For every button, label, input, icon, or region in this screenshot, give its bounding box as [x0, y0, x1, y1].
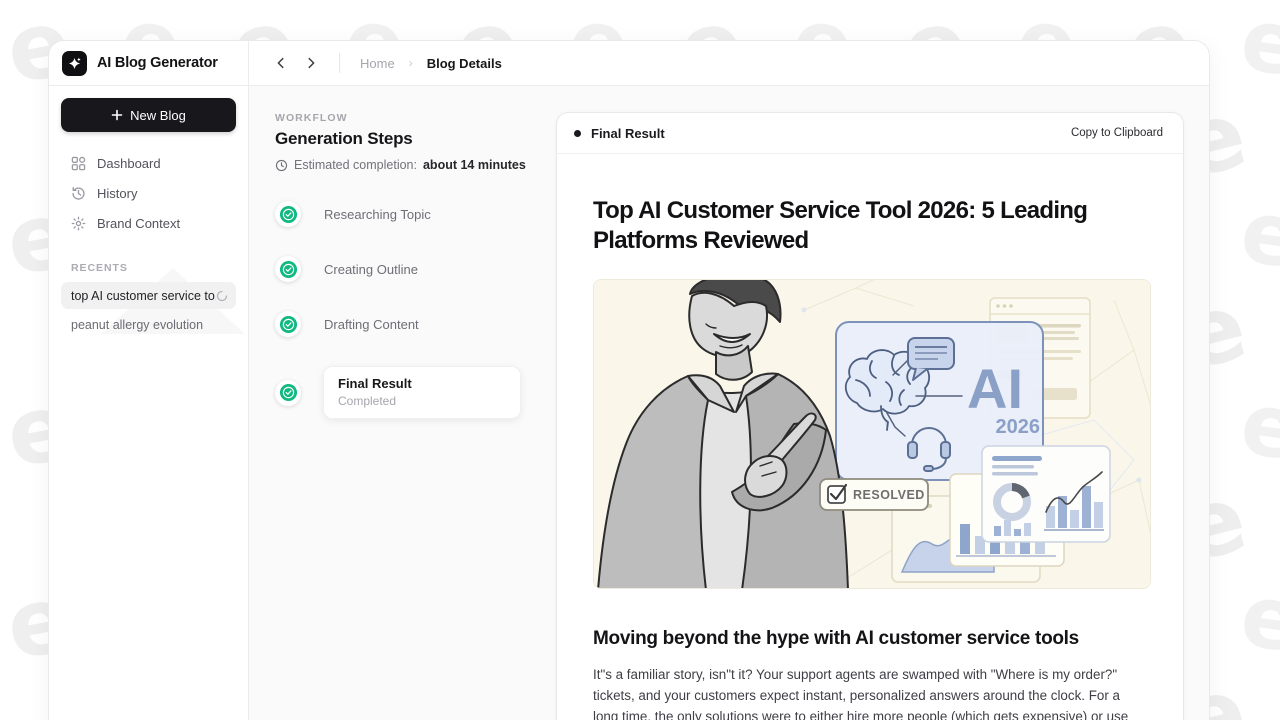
- window-header: AI Blog Generator Home › Blog Details: [49, 41, 1209, 86]
- check-circle-icon: [279, 205, 298, 224]
- resolved-label: RESOLVED: [853, 488, 925, 502]
- app-window: AI Blog Generator Home › Blog Details Ne…: [48, 40, 1210, 720]
- recent-item-label: peanut allergy evolution: [71, 318, 228, 332]
- recent-item-label: top AI customer service to...: [71, 289, 216, 303]
- sidebar-item-history[interactable]: History: [61, 178, 236, 208]
- recent-item-active[interactable]: top AI customer service to...: [61, 282, 236, 309]
- chevron-left-icon: [274, 56, 288, 70]
- topbar-divider: [339, 53, 340, 73]
- sparkle-icon: [67, 56, 82, 71]
- article-title: Top AI Customer Service Tool 2026: 5 Lea…: [593, 196, 1147, 256]
- back-button[interactable]: [269, 51, 293, 75]
- workflow-panel: WORKFLOW Generation Steps Estimated comp…: [249, 86, 556, 720]
- resolved-badge: RESOLVED: [820, 479, 928, 510]
- sidebar: New Blog Dashboard: [49, 86, 249, 720]
- history-clock-icon: [71, 186, 86, 201]
- ai-label: AI: [967, 357, 1023, 420]
- sidebar-item-brand-context[interactable]: Brand Context: [61, 208, 236, 238]
- step-label: Creating Outline: [324, 262, 418, 277]
- status-dot-icon: [574, 130, 581, 137]
- workflow-eyebrow: WORKFLOW: [275, 112, 556, 124]
- result-header-title: Final Result: [591, 126, 665, 141]
- article: Top AI Customer Service Tool 2026: 5 Lea…: [557, 154, 1183, 720]
- article-paragraph: It"s a familiar story, isn"t it? Your su…: [593, 665, 1147, 720]
- chevron-right-icon: [304, 56, 318, 70]
- dashboard-grid-icon: [71, 156, 86, 171]
- copy-to-clipboard-button[interactable]: Copy to Clipboard: [1071, 127, 1163, 139]
- workflow-title: Generation Steps: [275, 129, 556, 149]
- result-card: Final Result Copy to Clipboard Top AI Cu…: [556, 112, 1184, 720]
- section-heading: Moving beyond the hype with AI customer …: [593, 628, 1147, 650]
- step-drafting-content[interactable]: Drafting Content: [275, 311, 556, 337]
- app-logo: [62, 51, 87, 76]
- sidebar-item-label: Dashboard: [97, 156, 161, 171]
- breadcrumb-home[interactable]: Home: [360, 56, 395, 71]
- sidebar-item-dashboard[interactable]: Dashboard: [61, 148, 236, 178]
- plus-icon: [111, 109, 123, 121]
- check-circle-icon: [279, 260, 298, 279]
- steps-list: Researching Topic Creating Outline: [275, 201, 556, 419]
- breadcrumb-current: Blog Details: [427, 56, 502, 71]
- main-content: WORKFLOW Generation Steps Estimated comp…: [249, 86, 1209, 720]
- result-area: Final Result Copy to Clipboard Top AI Cu…: [556, 86, 1209, 720]
- brand: AI Blog Generator: [49, 41, 249, 85]
- step-label: Drafting Content: [324, 317, 419, 332]
- step-status-chip: [275, 256, 301, 282]
- ai-year-label: 2026: [996, 416, 1041, 438]
- recent-item[interactable]: peanut allergy evolution: [61, 311, 236, 338]
- estimate-value: about 14 minutes: [423, 158, 526, 172]
- step-researching-topic[interactable]: Researching Topic: [275, 201, 556, 227]
- step-status-chip: [275, 311, 301, 337]
- step-label: Researching Topic: [324, 207, 431, 222]
- loading-spinner-icon: [216, 290, 228, 302]
- step-creating-outline[interactable]: Creating Outline: [275, 256, 556, 282]
- sidebar-nav: Dashboard History: [61, 148, 236, 238]
- check-circle-icon: [279, 315, 298, 334]
- workflow-estimate: Estimated completion: about 14 minutes: [275, 158, 556, 172]
- final-result-title: Final Result: [338, 376, 506, 391]
- step-status-chip: [275, 201, 301, 227]
- gear-icon: [71, 216, 86, 231]
- step-final-result[interactable]: Final Result Completed: [275, 366, 556, 419]
- breadcrumb-separator-icon: ›: [409, 56, 413, 70]
- topbar: Home › Blog Details: [249, 41, 1209, 85]
- final-result-status: Completed: [338, 394, 506, 408]
- step-status-chip: [275, 380, 301, 406]
- app-title: AI Blog Generator: [97, 55, 218, 71]
- sidebar-item-label: History: [97, 186, 137, 201]
- new-blog-button[interactable]: New Blog: [61, 98, 236, 132]
- forward-button[interactable]: [299, 51, 323, 75]
- result-card-header: Final Result Copy to Clipboard: [557, 113, 1183, 154]
- recents-heading: RECENTS: [71, 262, 236, 274]
- clock-icon: [275, 159, 288, 172]
- hero-illustration: AI 2026: [593, 279, 1151, 589]
- sidebar-item-label: Brand Context: [97, 216, 180, 231]
- check-circle-icon: [279, 383, 298, 402]
- final-result-card[interactable]: Final Result Completed: [323, 366, 521, 419]
